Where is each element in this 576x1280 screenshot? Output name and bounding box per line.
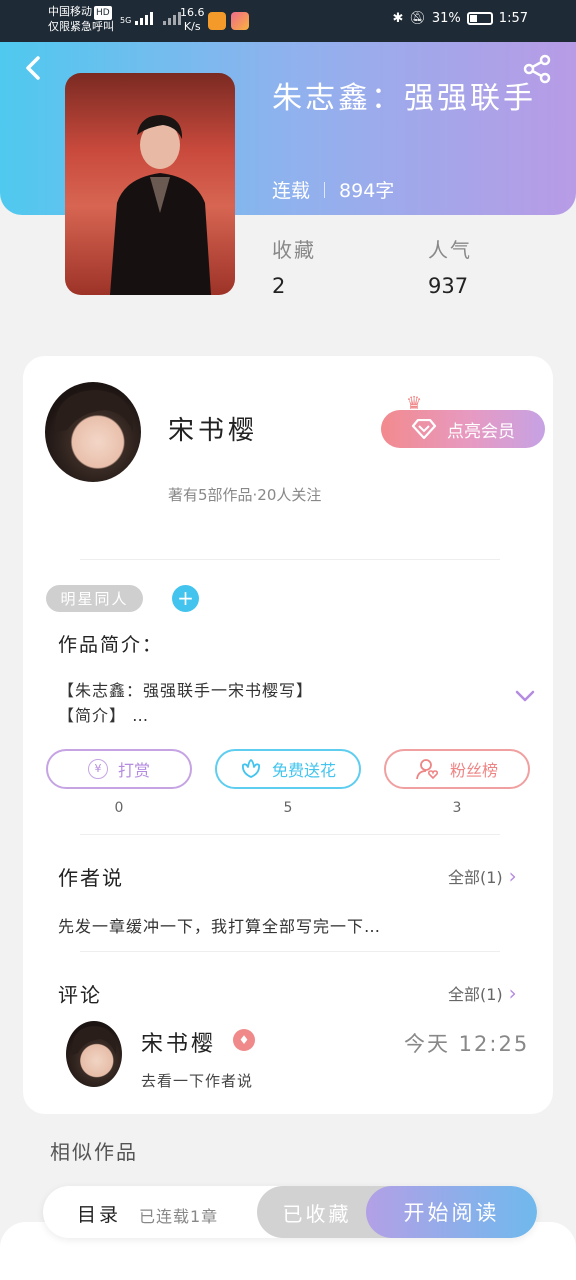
flower-icon bbox=[241, 759, 260, 778]
start-reading-button[interactable]: 开始阅读 bbox=[366, 1186, 537, 1238]
comment-text[interactable]: 去看一下作者说 bbox=[141, 1070, 253, 1091]
network-type: 5G bbox=[120, 16, 132, 25]
comments-more-label: 全部(1) bbox=[448, 985, 503, 1004]
chevron-left-icon bbox=[26, 56, 40, 80]
divider bbox=[80, 834, 500, 835]
toc-button[interactable]: 目录 bbox=[77, 1200, 121, 1227]
chevron-right-icon: › bbox=[508, 981, 517, 1005]
battery-fill bbox=[469, 15, 477, 22]
speed-value: 16.6 bbox=[180, 6, 205, 19]
reward-count: 0 bbox=[114, 800, 124, 816]
speed-unit: K/s bbox=[183, 20, 201, 33]
author-say-more-link[interactable]: 全部(1) › bbox=[448, 864, 517, 888]
intro-title: 作品简介： bbox=[58, 634, 164, 656]
comment-time: 今天 12:25 bbox=[404, 1032, 530, 1056]
book-cover[interactable] bbox=[65, 73, 235, 295]
notification-app-icon bbox=[231, 12, 249, 30]
avatar-figure bbox=[54, 390, 134, 432]
fans-rank-label: 粉丝榜 bbox=[449, 761, 498, 780]
book-status: 连载 bbox=[272, 180, 311, 202]
expand-intro-button[interactable] bbox=[513, 686, 537, 706]
toc-status[interactable]: 已连载1章 bbox=[139, 1203, 218, 1227]
popularity-value: 937 bbox=[428, 274, 469, 298]
clock: 1:57 bbox=[498, 11, 528, 26]
diamond-icon bbox=[411, 419, 437, 439]
vip-diamond-icon: ♦ bbox=[233, 1029, 255, 1051]
avatar-figure bbox=[71, 1026, 117, 1055]
intro-line-1: 【朱志鑫：强强联手一宋书樱写】 bbox=[58, 681, 314, 700]
comments-title: 评论 bbox=[58, 983, 102, 1007]
favorited-label: 已收藏 bbox=[282, 1201, 352, 1226]
send-flower-button[interactable]: 免费送花 bbox=[215, 749, 361, 789]
similar-works-title: 相似作品 bbox=[50, 1140, 138, 1164]
author-say-more-label: 全部(1) bbox=[448, 868, 503, 887]
divider bbox=[80, 951, 500, 952]
battery-icon bbox=[466, 12, 493, 25]
favorites-value: 2 bbox=[272, 274, 286, 298]
book-title: 朱志鑫：强强联手 bbox=[272, 81, 536, 116]
chevron-right-icon: › bbox=[508, 864, 517, 888]
chevron-down-icon bbox=[515, 690, 535, 702]
emergency-text: 仅限紧急呼叫 bbox=[48, 20, 114, 33]
intro-line-2: 【简介】 … bbox=[58, 706, 150, 725]
flower-count: 5 bbox=[283, 800, 293, 816]
send-flower-label: 免费送花 bbox=[271, 761, 336, 780]
user-heart-icon bbox=[416, 759, 439, 780]
commenter-avatar[interactable] bbox=[66, 1021, 122, 1087]
author-name[interactable]: 宋书樱 bbox=[168, 410, 258, 447]
status-bar: 中国移动 HD 仅限紧急呼叫 5G 16.6 K/s ✱ 🔕︎ 31% 1:57 bbox=[0, 0, 576, 42]
comments-more-link[interactable]: 全部(1) › bbox=[448, 981, 517, 1005]
cover-figure bbox=[110, 115, 211, 295]
notification-app-icon bbox=[208, 12, 226, 30]
battery-percent: 31% bbox=[431, 11, 461, 26]
add-tag-button[interactable]: + bbox=[172, 585, 199, 612]
yen-icon: ¥ bbox=[87, 759, 108, 779]
bluetooth-icon: ✱ bbox=[392, 11, 404, 26]
carrier-info: 中国移动 HD 仅限紧急呼叫 bbox=[48, 5, 114, 34]
carrier-name: 中国移动 bbox=[48, 5, 92, 18]
vip-button[interactable]: 点亮会员 bbox=[381, 410, 545, 448]
reward-button[interactable]: ¥ 打赏 bbox=[46, 749, 192, 789]
mute-icon: 🔕︎ bbox=[409, 11, 426, 26]
fans-rank-button[interactable]: 粉丝榜 bbox=[384, 749, 530, 789]
word-count: 894字 bbox=[339, 180, 395, 202]
divider bbox=[80, 559, 500, 560]
author-say-title: 作者说 bbox=[58, 866, 124, 890]
start-reading-label: 开始阅读 bbox=[403, 1201, 500, 1225]
reward-label: 打赏 bbox=[117, 761, 150, 780]
bottom-action-bar: 目录 已连载1章 已收藏 开始阅读 bbox=[43, 1186, 537, 1238]
status-right: ✱ 🔕︎ 31% 1:57 bbox=[392, 11, 528, 26]
popularity-label: 人气 bbox=[428, 238, 472, 262]
favorites-label: 收藏 bbox=[272, 238, 316, 262]
signal-icon: 5G bbox=[120, 12, 182, 25]
category-tag[interactable]: 明星同人 bbox=[46, 585, 143, 612]
author-avatar[interactable] bbox=[45, 382, 141, 482]
back-button[interactable] bbox=[20, 54, 48, 82]
network-speed: 16.6 K/s bbox=[180, 6, 205, 34]
hd-badge: HD bbox=[94, 6, 112, 20]
fans-count: 3 bbox=[452, 800, 462, 816]
meta-divider bbox=[324, 181, 326, 198]
book-meta: 连载 894字 bbox=[272, 176, 394, 203]
author-stats: 著有5部作品·20人关注 bbox=[168, 486, 322, 504]
author-say-text[interactable]: 先发一章缓冲一下，我打算全部写完一下… bbox=[58, 913, 381, 937]
book-detail-page: 中国移动HD 仅限紧急呼叫 5G 16.6 K/s ✱ 🔕︎ 31% 1:57 bbox=[0, 0, 576, 1280]
commenter-name[interactable]: 宋书樱 bbox=[141, 1026, 216, 1058]
vip-button-label: 点亮会员 bbox=[447, 421, 515, 442]
